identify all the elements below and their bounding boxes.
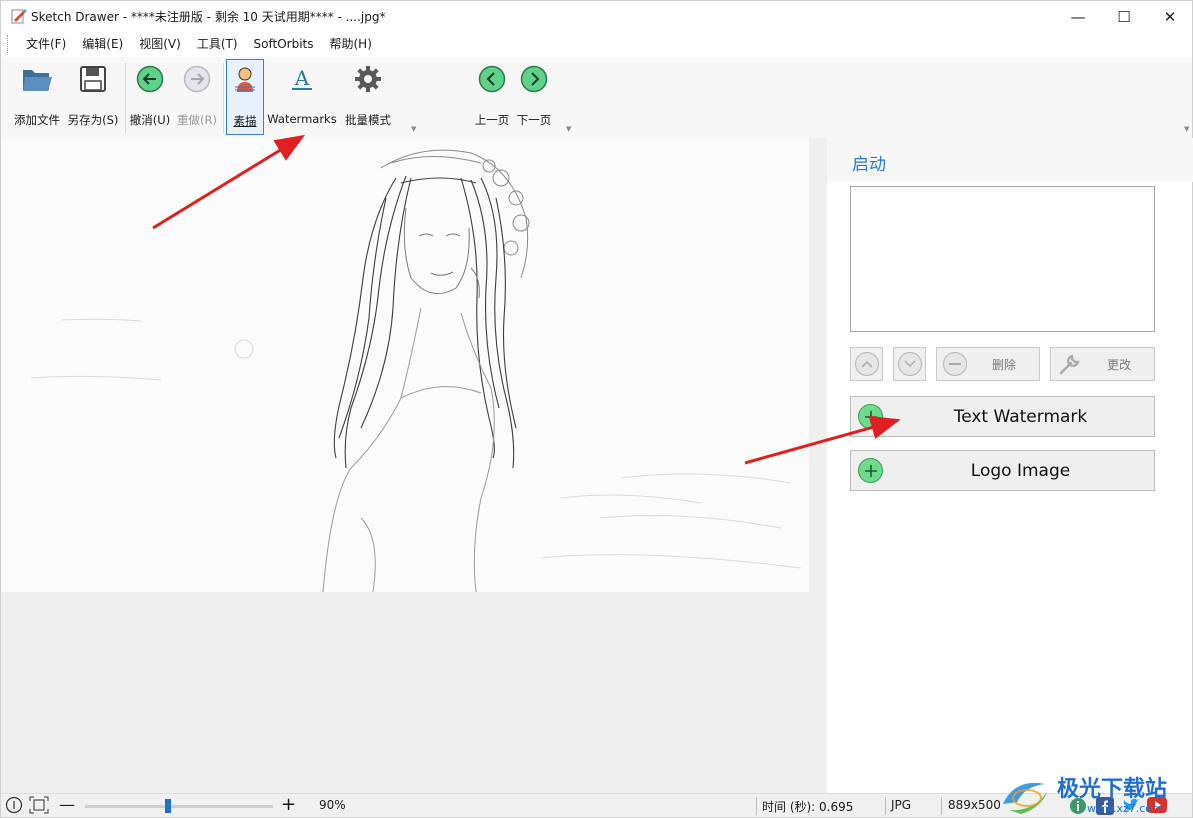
text-watermark-button[interactable]: Text Watermark [850, 396, 1155, 437]
toolbar: 添加文件 另存为(S) 撤消(U) 重做(R) 素描 A Watermarks … [0, 57, 1193, 138]
watermark-list[interactable] [850, 186, 1155, 332]
delete-label: 删除 [992, 357, 1017, 372]
batch-mode-button[interactable]: 批量模式 [341, 59, 395, 133]
zoom-level: 90% [319, 798, 346, 812]
panel-title: 启动 [852, 155, 886, 175]
site-logo-name: 极光下载站 [1057, 776, 1167, 802]
zoom-slider-thumb[interactable] [164, 799, 171, 813]
watermark-panel: 启动 删除 更改 Text Watermark Logo Image [827, 138, 1193, 793]
undo-label: 撤消(U) [129, 113, 171, 127]
menu-edit[interactable]: 编辑(E) [74, 31, 131, 57]
toolbar-dropdown-icon[interactable]: ▼ [411, 125, 416, 133]
left-arrow-icon [475, 62, 509, 96]
zoom-out-icon[interactable]: — [59, 795, 75, 814]
plus-icon [858, 458, 883, 483]
window-title: Sketch Drawer - ****未注册版 - 剩余 10 天试用期***… [31, 10, 386, 24]
plus-icon [858, 404, 883, 429]
minus-icon [943, 352, 967, 376]
panel-header: 启动 [827, 138, 1193, 182]
processing-time: 时间 (秒): 0.695 [762, 800, 854, 814]
close-button[interactable]: ✕ [1147, 1, 1193, 32]
wrench-icon [1057, 351, 1083, 377]
menu-help[interactable]: 帮助(H) [321, 31, 379, 57]
site-logo-url: www.xz7.com [1087, 802, 1163, 815]
toolbar-separator [223, 63, 224, 133]
change-label: 更改 [1107, 357, 1132, 372]
chevron-up-icon [854, 352, 879, 376]
sketch-drawing [30, 149, 802, 592]
logo-image-button[interactable]: Logo Image [850, 450, 1155, 491]
menu-file[interactable]: 文件(F) [18, 31, 74, 57]
menu-softorbits[interactable]: SoftOrbits [246, 31, 322, 57]
menu-bar: 文件(F) 编辑(E) 视图(V) 工具(T) SoftOrbits 帮助(H) [0, 31, 1193, 57]
logo-image-label: Logo Image [970, 460, 1071, 481]
text-watermark-label: Text Watermark [953, 406, 1088, 427]
watermarks-button[interactable]: A Watermarks [266, 59, 338, 133]
toolbar-separator [125, 63, 126, 133]
floppy-icon [76, 62, 110, 96]
watermarks-label: Watermarks [267, 112, 337, 126]
undo-arrow-icon [133, 62, 167, 96]
redo-button[interactable]: 重做(R) [174, 59, 220, 133]
menu-grip [7, 35, 10, 53]
zoom-plus-icon[interactable]: + [281, 794, 296, 815]
batch-mode-label: 批量模式 [345, 113, 391, 127]
change-button[interactable]: 更改 [1050, 347, 1155, 381]
menu-view[interactable]: 视图(V) [131, 31, 189, 57]
gear-icon [351, 62, 385, 96]
folder-icon [20, 62, 54, 96]
prev-page-button[interactable]: 上一页 [471, 59, 513, 133]
redo-label: 重做(R) [177, 113, 217, 127]
toolbar-dropdown-icon[interactable]: ▼ [566, 125, 571, 133]
add-file-button[interactable]: 添加文件 [9, 59, 65, 133]
next-page-button[interactable]: 下一页 [513, 59, 555, 133]
right-arrow-icon [517, 62, 551, 96]
canvas-area[interactable] [0, 138, 827, 793]
save-as-button[interactable]: 另存为(S) [65, 59, 121, 133]
status-separator [885, 797, 886, 815]
add-file-label: 添加文件 [14, 113, 60, 127]
save-as-label: 另存为(S) [67, 113, 119, 127]
fit-screen-icon[interactable] [29, 796, 49, 817]
maximize-button[interactable]: ☐ [1101, 1, 1147, 32]
menu-tools[interactable]: 工具(T) [189, 31, 246, 57]
redo-arrow-icon [180, 62, 214, 96]
sketch-image [1, 138, 809, 592]
status-separator [941, 797, 942, 815]
undo-button[interactable]: 撤消(U) [128, 59, 172, 133]
zoom-in-icon[interactable] [5, 796, 23, 817]
move-up-button[interactable] [850, 347, 883, 381]
delete-button[interactable]: 删除 [936, 347, 1040, 381]
text-a-icon: A [285, 62, 319, 96]
image-size: 889x500 [948, 798, 1001, 812]
sketch-portrait-icon [228, 63, 262, 97]
prev-page-label: 上一页 [474, 113, 510, 127]
sketch-button[interactable]: 素描 [226, 59, 264, 135]
app-icon [11, 9, 27, 24]
title-bar: Sketch Drawer - ****未注册版 - 剩余 10 天试用期***… [0, 0, 1193, 31]
chevron-down-icon [897, 352, 922, 376]
image-format: JPG [891, 798, 912, 812]
next-page-label: 下一页 [516, 113, 552, 127]
status-separator [756, 797, 757, 815]
site-watermark-logo: 极光下载站 www.xz7.com [995, 768, 1193, 818]
move-down-button[interactable] [893, 347, 926, 381]
sketch-label: 素描 [233, 114, 257, 128]
toolbar-dropdown-icon[interactable]: ▼ [1184, 125, 1189, 133]
zoom-slider[interactable] [85, 805, 273, 808]
svg-text:A: A [294, 66, 310, 90]
minimize-button[interactable]: — [1055, 1, 1101, 32]
